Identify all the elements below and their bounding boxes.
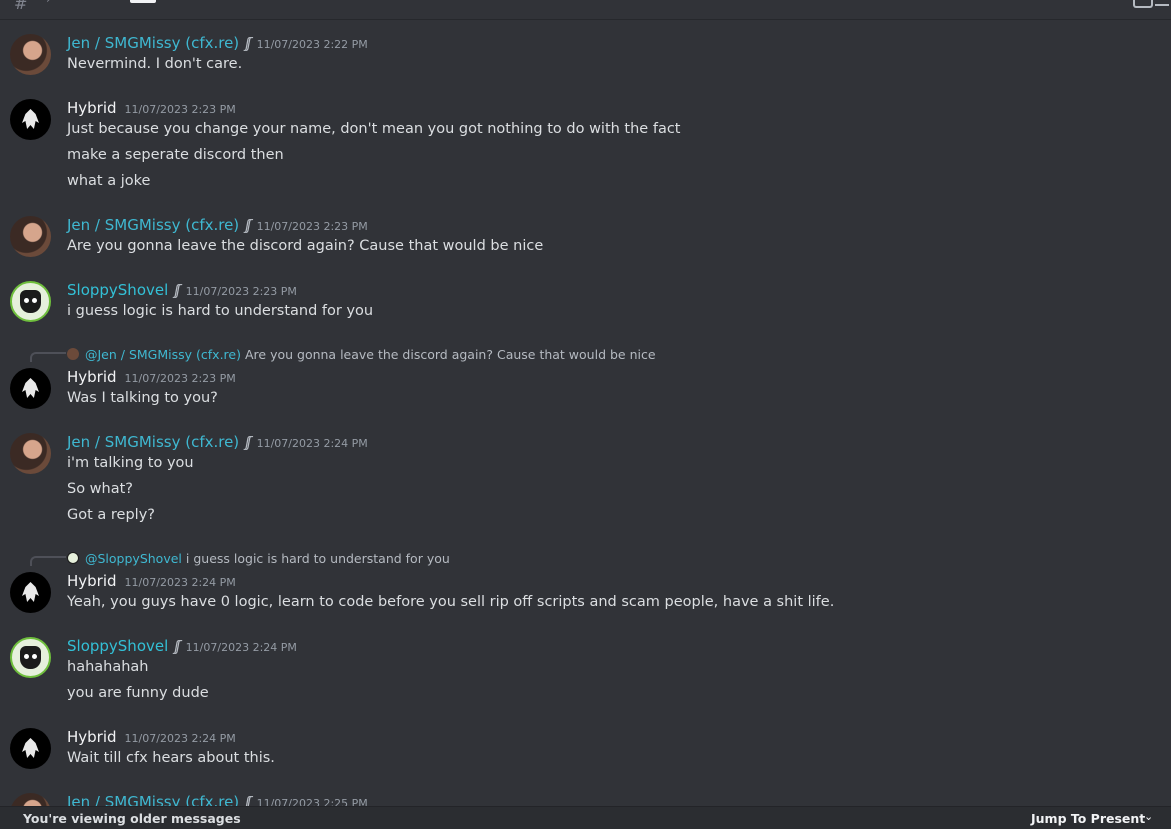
avatar[interactable]: [10, 793, 51, 806]
timestamp[interactable]: 11/07/2023 2:24 PM: [257, 437, 368, 450]
message-line: what a joke: [67, 173, 151, 189]
role-badge-icon: ʃʃ: [245, 435, 252, 451]
reply-mention[interactable]: @Jen / SMGMissy (cfx.re): [85, 347, 241, 362]
reply-text: Are you gonna leave the discord again? C…: [244, 346, 656, 362]
username[interactable]: SloppyShovel: [67, 281, 168, 299]
username[interactable]: Hybrid: [67, 99, 117, 117]
timestamp[interactable]: 11/07/2023 2:23 PM: [125, 372, 236, 385]
avatar[interactable]: [10, 728, 51, 769]
username[interactable]: Jen / SMGMissy (cfx.re): [67, 34, 239, 52]
avatar[interactable]: [10, 34, 51, 75]
channel-hash-icon: #: [14, 0, 28, 13]
message-line: Yeah, you guys have 0 logic, learn to co…: [67, 594, 835, 610]
username[interactable]: Jen / SMGMissy (cfx.re): [67, 793, 239, 806]
timestamp[interactable]: 11/07/2023 2:24 PM: [186, 641, 297, 654]
reply-preview[interactable]: @SloppyShovel i guess logic is hard to u…: [67, 550, 450, 566]
breadcrumb-chevron-icon: ›: [46, 0, 51, 6]
message-line: Just because you change your name, don't…: [67, 121, 681, 137]
timestamp[interactable]: 11/07/2023 2:23 PM: [257, 220, 368, 233]
message-line: i'm talking to you: [67, 455, 194, 471]
message-line: Got a reply?: [67, 507, 155, 523]
message-line: make a seperate discord then: [67, 147, 284, 163]
notification-icon[interactable]: [1155, 0, 1169, 6]
avatar[interactable]: [10, 572, 51, 613]
jump-to-present-button[interactable]: Jump To Present: [1031, 811, 1145, 826]
message-line: Nevermind. I don't care.: [67, 56, 243, 72]
avatar-figure-icon: [22, 378, 39, 398]
role-badge-icon: ʃʃ: [245, 36, 252, 52]
timestamp[interactable]: 11/07/2023 2:25 PM: [257, 797, 368, 806]
avatar-figure-icon: [22, 582, 39, 602]
chevron-down-icon[interactable]: ⌄: [1144, 810, 1153, 823]
older-messages-bar: You're viewing older messages Jump To Pr…: [0, 806, 1171, 829]
username[interactable]: SloppyShovel: [67, 637, 168, 655]
channel-name[interactable]: [130, 0, 156, 3]
timestamp[interactable]: 11/07/2023 2:22 PM: [257, 38, 368, 51]
avatar[interactable]: [10, 281, 51, 322]
reply-avatar: [67, 348, 79, 360]
message-line: Was I talking to you?: [67, 390, 218, 406]
timestamp[interactable]: 11/07/2023 2:24 PM: [125, 732, 236, 745]
reply-spine: [30, 556, 66, 566]
message-list[interactable]: Jen / SMGMissy (cfx.re) ʃʃ 11/07/2023 2:…: [0, 20, 1171, 806]
avatar[interactable]: [10, 433, 51, 474]
avatar-figure-icon: [22, 738, 39, 758]
channel-header: # ›: [0, 0, 1171, 20]
username[interactable]: Hybrid: [67, 368, 117, 386]
threads-icon[interactable]: [1133, 0, 1153, 8]
reply-preview[interactable]: @Jen / SMGMissy (cfx.re) Are you gonna l…: [67, 346, 656, 362]
message-line: Wait till cfx hears about this.: [67, 750, 275, 766]
username[interactable]: Hybrid: [67, 572, 117, 590]
avatar-figure-icon: [22, 109, 39, 129]
message-line: Are you gonna leave the discord again? C…: [67, 238, 544, 254]
reply-text: i guess logic is hard to understand for …: [185, 550, 450, 566]
message-line: you are funny dude: [67, 685, 209, 701]
role-badge-icon: ʃʃ: [245, 218, 252, 234]
older-messages-text: You're viewing older messages: [23, 811, 241, 826]
username[interactable]: Jen / SMGMissy (cfx.re): [67, 216, 239, 234]
username[interactable]: Jen / SMGMissy (cfx.re): [67, 433, 239, 451]
message-line: So what?: [67, 481, 134, 497]
avatar-face-icon: [20, 646, 41, 669]
reply-spine: [30, 352, 66, 362]
avatar[interactable]: [10, 368, 51, 409]
username[interactable]: Hybrid: [67, 728, 117, 746]
avatar[interactable]: [10, 216, 51, 257]
timestamp[interactable]: 11/07/2023 2:23 PM: [125, 103, 236, 116]
message-line: hahahahah: [67, 659, 149, 675]
avatar[interactable]: [10, 637, 51, 678]
reply-mention[interactable]: @SloppyShovel: [85, 551, 182, 566]
avatar-face-icon: [20, 290, 41, 313]
avatar[interactable]: [10, 99, 51, 140]
reply-avatar: [67, 552, 79, 564]
role-badge-icon: ʃʃ: [245, 795, 252, 806]
timestamp[interactable]: 11/07/2023 2:24 PM: [125, 576, 236, 589]
message-line: i guess logic is hard to understand for …: [67, 303, 374, 319]
timestamp[interactable]: 11/07/2023 2:23 PM: [186, 285, 297, 298]
role-badge-icon: ʃʃ: [174, 283, 181, 299]
role-badge-icon: ʃʃ: [174, 639, 181, 655]
